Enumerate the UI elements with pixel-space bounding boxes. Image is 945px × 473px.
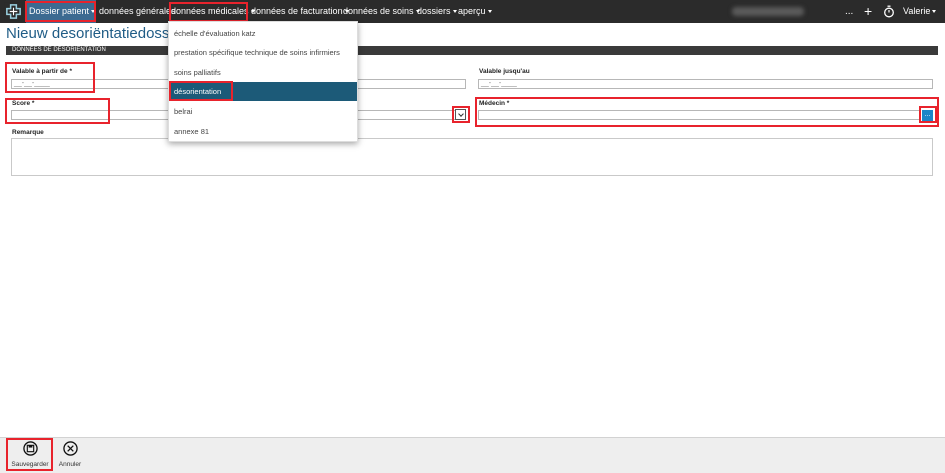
- valable-jusqu-input[interactable]: __-__-____: [478, 79, 933, 89]
- cancel-button[interactable]: Annuler: [55, 441, 85, 468]
- nav-donnees-generales-label: données générales: [99, 6, 176, 16]
- remarque-textarea[interactable]: [11, 138, 933, 176]
- nav-dossiers[interactable]: dossiers: [417, 0, 457, 23]
- cancel-button-label: Annuler: [58, 461, 82, 468]
- nav-donnees-facturation-label: données de facturation: [251, 6, 343, 16]
- nav-dossiers-label: dossiers: [417, 6, 451, 16]
- app-logo-icon[interactable]: [4, 2, 23, 21]
- nav-donnees-generales[interactable]: données générales: [99, 0, 176, 23]
- top-navigation-bar: Dossier patient données générales donnée…: [0, 0, 945, 23]
- section-header: DONNÉES DE DÉSORIENTATION: [6, 46, 938, 55]
- highlight-box: [169, 81, 233, 101]
- user-menu[interactable]: Valerie: [903, 0, 937, 23]
- chevron-down-icon: [932, 10, 937, 14]
- highlight-box: [475, 97, 939, 127]
- valable-jusqu-label: Valable jusqu'au: [479, 68, 530, 75]
- footer-toolbar: Sauvegarder Annuler: [0, 437, 945, 473]
- dropdown-item-katz[interactable]: échelle d'évaluation katz: [169, 24, 357, 43]
- dropdown-item-soins-palliatifs[interactable]: soins palliatifs: [169, 63, 357, 82]
- nav-donnees-soins[interactable]: données de soins: [343, 0, 420, 23]
- highlight-box: [5, 98, 110, 124]
- blurred-context-label: [732, 7, 804, 16]
- highlight-box: [919, 106, 937, 123]
- highlight-box: [452, 106, 470, 123]
- more-options-icon[interactable]: ...: [845, 0, 853, 23]
- chevron-down-icon: [452, 10, 457, 14]
- page-title: Nieuw desoriëntatiedossier: [6, 25, 187, 42]
- highlight-box: [169, 2, 248, 22]
- user-name: Valerie: [903, 6, 931, 16]
- close-icon: [62, 441, 78, 456]
- stopwatch-icon[interactable]: [883, 5, 895, 18]
- dropdown-item-belrai[interactable]: belrai: [169, 102, 357, 121]
- nav-donnees-soins-label: données de soins: [343, 6, 414, 16]
- chevron-down-icon: [487, 10, 492, 14]
- dropdown-item-prestation[interactable]: prestation spécifique technique de soins…: [169, 43, 357, 62]
- highlight-box: [25, 1, 96, 22]
- highlight-box: [6, 438, 53, 471]
- nav-donnees-facturation[interactable]: données de facturation: [251, 0, 349, 23]
- dropdown-item-annexe-81[interactable]: annexe 81: [169, 122, 357, 141]
- nav-apercu[interactable]: aperçu: [458, 0, 492, 23]
- highlight-box: [5, 62, 95, 93]
- add-icon[interactable]: +: [864, 0, 872, 23]
- nav-apercu-label: aperçu: [458, 6, 486, 16]
- remarque-label: Remarque: [12, 129, 44, 136]
